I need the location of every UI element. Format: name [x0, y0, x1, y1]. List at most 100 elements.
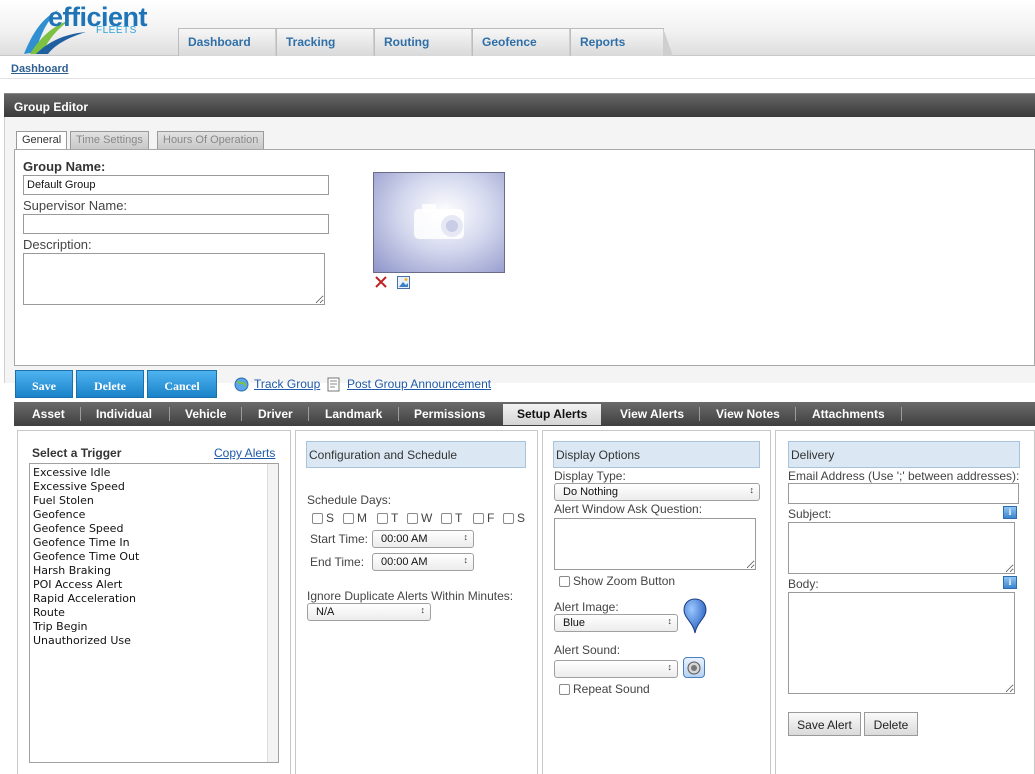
end-time-select[interactable]: 00:00 AM [372, 553, 474, 571]
tab-view-alerts[interactable]: View Alerts [620, 407, 684, 421]
list-item[interactable]: Excessive Speed [33, 480, 125, 493]
globe-icon [234, 377, 249, 392]
subtab-general[interactable]: General [16, 131, 68, 150]
email-address-input[interactable] [788, 483, 1019, 504]
tab-individual[interactable]: Individual [96, 407, 152, 421]
day-label: W [421, 511, 433, 525]
tab-setup-alerts[interactable]: Setup Alerts [503, 404, 602, 425]
day-checkbox-thu[interactable]: T [441, 511, 462, 525]
list-item[interactable]: Geofence Time Out [33, 550, 139, 563]
tab-landmark[interactable]: Landmark [325, 407, 382, 421]
day-checkbox-fri[interactable]: F [473, 511, 494, 525]
description-textarea[interactable] [23, 253, 325, 305]
alert-image-select[interactable]: Blue [554, 614, 678, 632]
trigger-list-scrollbar[interactable] [267, 464, 278, 762]
display-type-select[interactable]: Do Nothing [554, 483, 760, 501]
list-item[interactable]: Geofence Time In [33, 536, 130, 549]
tab-view-notes[interactable]: View Notes [716, 407, 780, 421]
delete-alert-button[interactable]: Delete [864, 712, 918, 736]
group-photo[interactable] [373, 172, 505, 273]
list-item[interactable]: Harsh Braking [33, 564, 111, 577]
panel-title: Group Editor [4, 93, 1035, 117]
alert-sound-label: Alert Sound: [554, 643, 621, 657]
group-name-input[interactable] [23, 175, 329, 195]
tab-vehicle[interactable]: Vehicle [185, 407, 226, 421]
remove-photo-icon[interactable] [375, 276, 387, 288]
nav-tab-tracking[interactable]: Tracking [276, 28, 383, 56]
delete-button[interactable]: Delete [76, 370, 144, 398]
tab-separator [80, 407, 81, 421]
list-item[interactable]: Unauthorized Use [33, 634, 131, 647]
display-header: Display Options [553, 441, 760, 468]
show-zoom-checkbox[interactable]: Show Zoom Button [559, 574, 675, 588]
ignore-duplicates-label: Ignore Duplicate Alerts Within Minutes: [307, 589, 514, 603]
list-item[interactable]: Fuel Stolen [33, 494, 94, 507]
ask-question-textarea[interactable] [554, 518, 756, 570]
body-info-icon[interactable]: i [1003, 576, 1017, 589]
list-item[interactable]: POI Access Alert [33, 578, 122, 591]
checkbox[interactable] [343, 513, 354, 524]
start-time-select[interactable]: 00:00 AM [372, 530, 474, 548]
day-checkbox-sat[interactable]: S [503, 511, 525, 525]
display-type-label: Display Type: [554, 469, 626, 483]
tab-attachments[interactable]: Attachments [812, 407, 885, 421]
day-checkbox-mon[interactable]: M [343, 511, 367, 525]
nav-tab-dashboard[interactable]: Dashboard [178, 28, 285, 56]
checkbox[interactable] [559, 576, 570, 587]
nav-tab-reports[interactable]: Reports [570, 28, 673, 56]
supervisor-name-input[interactable] [23, 214, 329, 234]
list-item[interactable]: Rapid Acceleration [33, 592, 136, 605]
breadcrumb [0, 57, 1035, 79]
day-checkbox-wed[interactable]: W [407, 511, 432, 525]
save-alert-button[interactable]: Save Alert [788, 712, 861, 736]
tab-asset[interactable]: Asset [32, 407, 65, 421]
ignore-duplicates-select[interactable]: N/A [307, 603, 431, 621]
checkbox[interactable] [441, 513, 452, 524]
subtab-hours-of-operation[interactable]: Hours Of Operation [157, 131, 265, 149]
subject-info-icon[interactable]: i [1003, 506, 1017, 519]
camera-icon [414, 204, 464, 239]
list-item[interactable]: Geofence Speed [33, 522, 123, 535]
nav-tab-routing[interactable]: Routing [374, 28, 481, 56]
tab-separator [699, 407, 700, 421]
day-checkbox-sun[interactable]: S [312, 511, 334, 525]
save-button[interactable]: Save [15, 370, 73, 398]
day-label: T [391, 511, 399, 525]
nav-tab-geofence[interactable]: Geofence [472, 28, 579, 56]
alert-sound-select[interactable] [554, 660, 678, 678]
checkbox[interactable] [407, 513, 418, 524]
checkbox[interactable] [559, 684, 570, 695]
list-item[interactable]: Trip Begin [33, 620, 87, 633]
checkbox[interactable] [377, 513, 388, 524]
checkbox[interactable] [473, 513, 484, 524]
tab-separator [398, 407, 399, 421]
track-group-link[interactable]: Track Group [254, 377, 320, 391]
body-textarea[interactable] [788, 592, 1015, 694]
list-item[interactable]: Route [33, 606, 65, 619]
supervisor-name-label: Supervisor Name: [23, 198, 128, 213]
tab-separator [241, 407, 242, 421]
breadcrumb-dashboard-link[interactable]: Dashboard [11, 63, 68, 75]
map-pin-icon [683, 598, 707, 634]
play-sound-button[interactable] [683, 657, 705, 678]
tab-driver[interactable]: Driver [258, 407, 293, 421]
subtab-time-settings[interactable]: Time Settings [70, 131, 149, 149]
checkbox[interactable] [503, 513, 514, 524]
repeat-sound-label: Repeat Sound [573, 682, 650, 696]
copy-alerts-link[interactable]: Copy Alerts [214, 446, 275, 460]
delivery-header: Delivery [788, 441, 1020, 468]
email-address-label: Email Address (Use ';' between addresses… [788, 469, 1020, 483]
alert-image-label: Alert Image: [554, 600, 619, 614]
repeat-sound-checkbox[interactable]: Repeat Sound [559, 682, 650, 696]
tab-permissions[interactable]: Permissions [414, 407, 485, 421]
day-checkbox-tue[interactable]: T [377, 511, 398, 525]
cancel-button[interactable]: Cancel [147, 370, 217, 398]
subject-textarea[interactable] [788, 522, 1015, 574]
day-label: S [517, 511, 526, 525]
upload-photo-icon[interactable] [397, 276, 410, 289]
post-announcement-link[interactable]: Post Group Announcement [347, 377, 491, 391]
list-item[interactable]: Geofence [33, 508, 85, 521]
list-item[interactable]: Excessive Idle [33, 466, 110, 479]
description-label: Description: [23, 237, 92, 252]
checkbox[interactable] [312, 513, 323, 524]
